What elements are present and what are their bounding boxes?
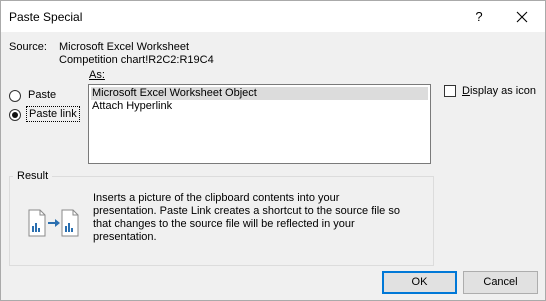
title-bar: Paste Special ?: [1, 1, 545, 32]
result-line: presentation. Paste Link creates a short…: [93, 205, 400, 217]
result-line: that changes to the source file will be …: [93, 218, 355, 230]
list-item[interactable]: Attach Hyperlink: [91, 100, 173, 113]
result-legend: Result: [13, 170, 53, 182]
display-as-icon-checkbox[interactable]: [444, 85, 456, 97]
result-line: Inserts a picture of the clipboard conte…: [93, 192, 340, 204]
close-button[interactable]: [511, 7, 533, 27]
source-label: Source:: [9, 41, 47, 53]
list-item[interactable]: Microsoft Excel Worksheet Object: [91, 87, 428, 100]
display-as-icon-text: isplay as icon: [469, 85, 536, 97]
as-listbox[interactable]: Microsoft Excel Worksheet Object Attach …: [88, 84, 431, 164]
result-line: presentation.: [93, 231, 157, 243]
display-as-icon-accel: D: [462, 85, 470, 97]
radio-selected-dot: [12, 112, 18, 118]
paste-link-radio-label[interactable]: Paste link: [26, 106, 80, 122]
cancel-button[interactable]: Cancel: [463, 271, 538, 294]
close-icon: [516, 11, 528, 23]
paste-special-dialog: Paste Special ? Source: Microsoft Excel …: [0, 0, 546, 301]
paste-radio-label[interactable]: Paste: [28, 89, 56, 101]
source-name: Microsoft Excel Worksheet: [59, 41, 190, 53]
result-description: Inserts a picture of the clipboard conte…: [93, 192, 423, 244]
paste-link-radio[interactable]: [9, 109, 21, 121]
source-range: Competition chart!R2C2:R19C4: [59, 54, 214, 66]
help-button[interactable]: ?: [469, 7, 489, 27]
ok-button[interactable]: OK: [382, 271, 457, 294]
dialog-title: Paste Special: [9, 10, 83, 24]
display-as-icon-label[interactable]: Display as icon: [462, 85, 536, 97]
paste-radio[interactable]: [9, 90, 21, 102]
as-label: As:: [89, 69, 105, 81]
paste-link-result-icon: [28, 209, 79, 237]
